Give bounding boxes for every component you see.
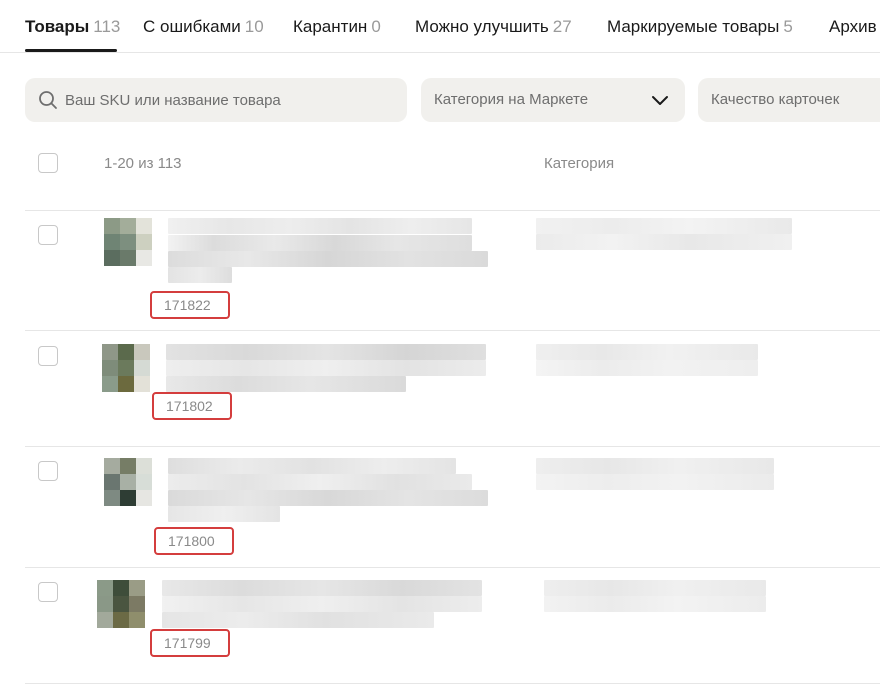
tab-count: 10 xyxy=(244,17,264,36)
product-thumbnail xyxy=(102,344,150,392)
product-name-redacted xyxy=(162,580,482,596)
product-name-redacted xyxy=(162,596,482,612)
tab-bar: Товары 113 С ошибками 10 Карантин 0 Можно у… xyxy=(0,0,880,53)
sku-label: 171799 xyxy=(150,629,230,657)
search-field[interactable] xyxy=(25,78,407,122)
tab-label: С ошибками xyxy=(143,17,241,36)
product-name-redacted xyxy=(168,490,488,506)
tab-label: Можно улучшить xyxy=(415,17,549,36)
row-checkbox[interactable] xyxy=(38,582,58,602)
tab-label: Карантин xyxy=(293,17,368,36)
sku-label: 171800 xyxy=(154,527,234,555)
chevron-down-icon xyxy=(652,96,668,105)
tab-count: 113 xyxy=(93,17,121,36)
row-divider xyxy=(25,567,880,568)
tab-count: 0 xyxy=(371,17,381,36)
category-select-label: Категория на Маркете xyxy=(434,91,589,108)
tab-label: Товары xyxy=(25,17,90,36)
category-redacted xyxy=(536,344,758,360)
row-divider xyxy=(25,446,880,447)
tab-can-improve[interactable]: Можно улучшить 27 xyxy=(415,16,572,38)
tab-label: Маркируемые товары xyxy=(607,17,780,36)
product-thumbnail xyxy=(104,218,152,266)
tab-count: 27 xyxy=(552,17,572,36)
row-divider xyxy=(25,330,880,331)
product-name-redacted xyxy=(168,458,456,474)
sku-label: 171822 xyxy=(150,291,230,319)
category-redacted xyxy=(536,458,774,474)
row-checkbox[interactable] xyxy=(38,225,58,245)
tab-products[interactable]: Товары 113 xyxy=(25,16,120,38)
category-redacted xyxy=(544,596,766,612)
row-checkbox[interactable] xyxy=(38,346,58,366)
active-tab-indicator xyxy=(25,49,117,52)
category-select[interactable]: Категория на Маркете xyxy=(421,78,685,122)
product-name-redacted xyxy=(166,376,406,392)
category-column-header: Категория xyxy=(544,155,615,172)
category-redacted xyxy=(536,234,792,250)
tab-quarantine[interactable]: Карантин 0 xyxy=(293,16,381,38)
product-name-redacted xyxy=(168,235,472,251)
row-divider xyxy=(25,210,880,211)
category-redacted xyxy=(536,474,774,490)
product-thumbnail xyxy=(104,458,152,506)
product-name-redacted xyxy=(168,251,488,267)
category-redacted xyxy=(544,580,766,596)
product-name-redacted xyxy=(162,612,434,628)
tab-label: Архив xyxy=(829,17,877,36)
search-input[interactable] xyxy=(65,78,395,122)
card-quality-select[interactable]: Качество карточек xyxy=(698,78,880,122)
tab-marked-products[interactable]: Маркируемые товары 5 xyxy=(607,16,793,38)
card-quality-label: Качество карточек xyxy=(711,91,840,108)
tab-errors[interactable]: С ошибками 10 xyxy=(143,16,264,38)
search-icon xyxy=(39,91,57,109)
product-name-redacted xyxy=(168,474,472,490)
sku-label: 171802 xyxy=(152,392,232,420)
product-thumbnail xyxy=(97,580,145,628)
select-all-checkbox[interactable] xyxy=(38,153,58,173)
category-redacted xyxy=(536,360,758,376)
product-name-redacted xyxy=(166,344,486,360)
range-label: 1-20 из 113 xyxy=(104,155,182,172)
tab-archive[interactable]: Архив xyxy=(829,16,877,38)
product-name-redacted xyxy=(168,267,232,283)
category-redacted xyxy=(536,218,792,234)
product-name-redacted xyxy=(168,218,472,234)
tab-count: 5 xyxy=(783,17,793,36)
product-name-redacted xyxy=(166,360,486,376)
row-checkbox[interactable] xyxy=(38,461,58,481)
row-divider xyxy=(25,683,880,684)
product-name-redacted xyxy=(168,506,280,522)
